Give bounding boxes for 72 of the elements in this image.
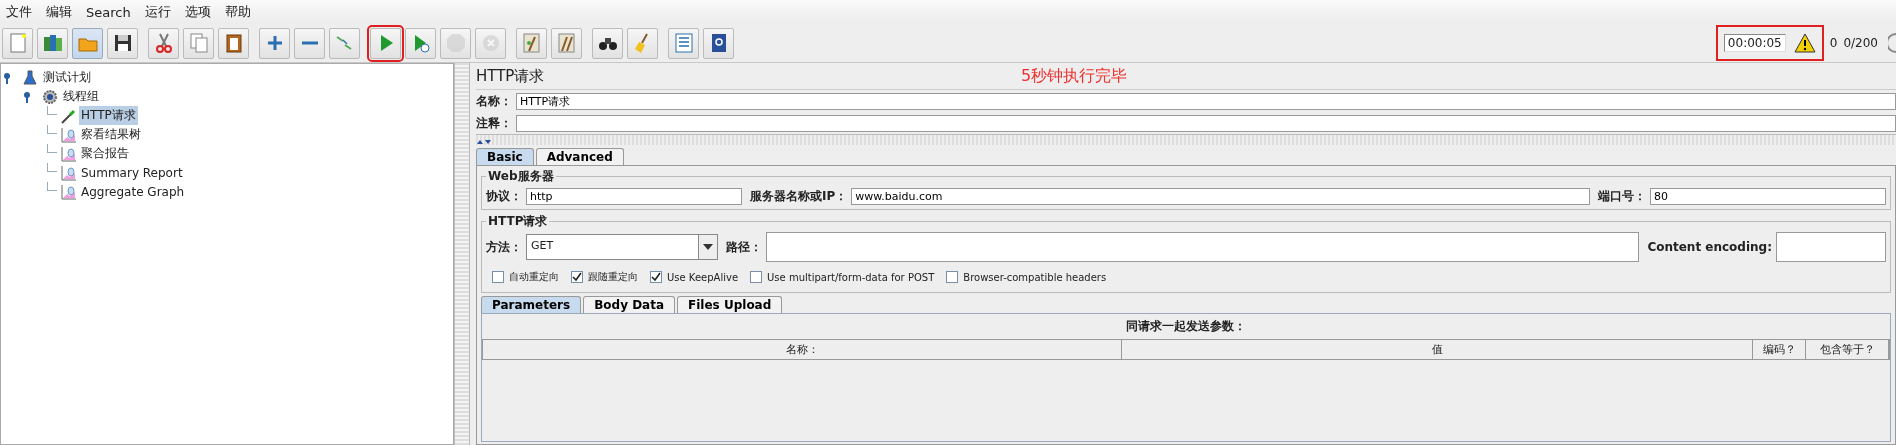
- graph-icon: [60, 164, 76, 181]
- checkbox[interactable]: [750, 271, 763, 283]
- flask-icon: [22, 69, 38, 86]
- pipette-icon: [60, 107, 76, 124]
- method-dropdown[interactable]: GET: [526, 234, 718, 260]
- tab[interactable]: Basic: [476, 148, 534, 165]
- panel-title: HTTP请求: [476, 66, 546, 86]
- path-field[interactable]: [766, 232, 1640, 262]
- toolbar-button[interactable]: [107, 27, 138, 59]
- tab[interactable]: Parameters: [481, 296, 582, 313]
- tab[interactable]: Advanced: [535, 148, 624, 165]
- port-field[interactable]: 80: [1650, 187, 1886, 205]
- elapsed-time: 00:00:05: [1723, 34, 1786, 52]
- toolbar-button[interactable]: [703, 27, 734, 59]
- checkbox[interactable]: [946, 271, 959, 283]
- field-label: Content encoding:: [1647, 240, 1772, 254]
- table-caption: 同请求一起发送参数：: [1125, 318, 1247, 335]
- column-header[interactable]: 编码？: [1753, 340, 1806, 359]
- status-icon: [1888, 33, 1896, 53]
- name-field[interactable]: HTTP请求: [516, 92, 1896, 110]
- caret-icon: [703, 244, 713, 250]
- group-title: HTTP请求: [487, 213, 549, 230]
- checkbox-label: 跟随重定向: [588, 270, 638, 284]
- group-title: Web服务器: [487, 168, 555, 185]
- toolbar-button[interactable]: [592, 27, 623, 59]
- checkbox[interactable]: [492, 271, 504, 283]
- field-label: 方法：: [486, 238, 522, 256]
- tab[interactable]: Files Upload: [677, 296, 783, 313]
- graph-icon: [60, 183, 76, 200]
- encoding-field[interactable]: [1776, 232, 1886, 262]
- column-header[interactable]: 名称：: [483, 340, 1122, 359]
- gear-icon: [42, 88, 58, 105]
- tree-item[interactable]: Aggregate Graph: [79, 183, 187, 200]
- checkbox-label: 自动重定向: [509, 270, 559, 284]
- tree-item[interactable]: 聚合报告: [79, 144, 131, 163]
- tree-item[interactable]: 线程组: [61, 87, 101, 106]
- checkbox-label: Use multipart/form-data for POST: [767, 271, 935, 283]
- menu-item[interactable]: 选项: [184, 3, 211, 21]
- graph-icon: [60, 145, 76, 162]
- tree-item[interactable]: 测试计划: [41, 68, 93, 87]
- field-label: 服务器名称或IP：: [750, 187, 848, 205]
- menu-item[interactable]: 编辑: [46, 3, 72, 21]
- field-label: 名称：: [476, 92, 512, 110]
- menu-item[interactable]: 运行: [144, 3, 171, 21]
- comment-field[interactable]: [516, 114, 1896, 132]
- thread-count: 0/200: [1843, 36, 1878, 50]
- warning-icon: [1793, 33, 1816, 53]
- error-count: 0: [1829, 36, 1838, 50]
- tree-item[interactable]: Summary Report: [79, 164, 185, 181]
- field-label: 端口号：: [1598, 187, 1646, 205]
- checkbox-label: Browser-compatible headers: [963, 271, 1107, 283]
- menu-item[interactable]: Search: [86, 4, 131, 20]
- tab[interactable]: Body Data: [583, 296, 676, 313]
- menu-item[interactable]: 帮助: [224, 3, 251, 21]
- collapse-arrows-icon[interactable]: [476, 139, 492, 145]
- field-label: 路径：: [726, 238, 762, 256]
- protocol-field[interactable]: http: [526, 187, 742, 205]
- column-header[interactable]: 值: [1122, 340, 1753, 359]
- checkbox[interactable]: [571, 271, 583, 283]
- tree-item[interactable]: HTTP请求: [79, 106, 138, 125]
- annotation-text: 5秒钟执行完毕: [1021, 65, 1128, 87]
- tree-item[interactable]: 察看结果树: [79, 125, 143, 144]
- graph-icon: [60, 126, 76, 143]
- toolbar-button[interactable]: [218, 27, 249, 59]
- column-header[interactable]: 包含等于？: [1806, 340, 1889, 359]
- menu-item[interactable]: 文件: [6, 3, 32, 21]
- checkbox[interactable]: [650, 271, 662, 283]
- field-label: 协议：: [486, 187, 522, 205]
- server-field[interactable]: www.baidu.com: [851, 187, 1590, 205]
- checkbox-label: Use KeepAlive: [667, 271, 739, 283]
- minus-icon: [301, 41, 318, 45]
- field-label: 注释：: [476, 114, 512, 132]
